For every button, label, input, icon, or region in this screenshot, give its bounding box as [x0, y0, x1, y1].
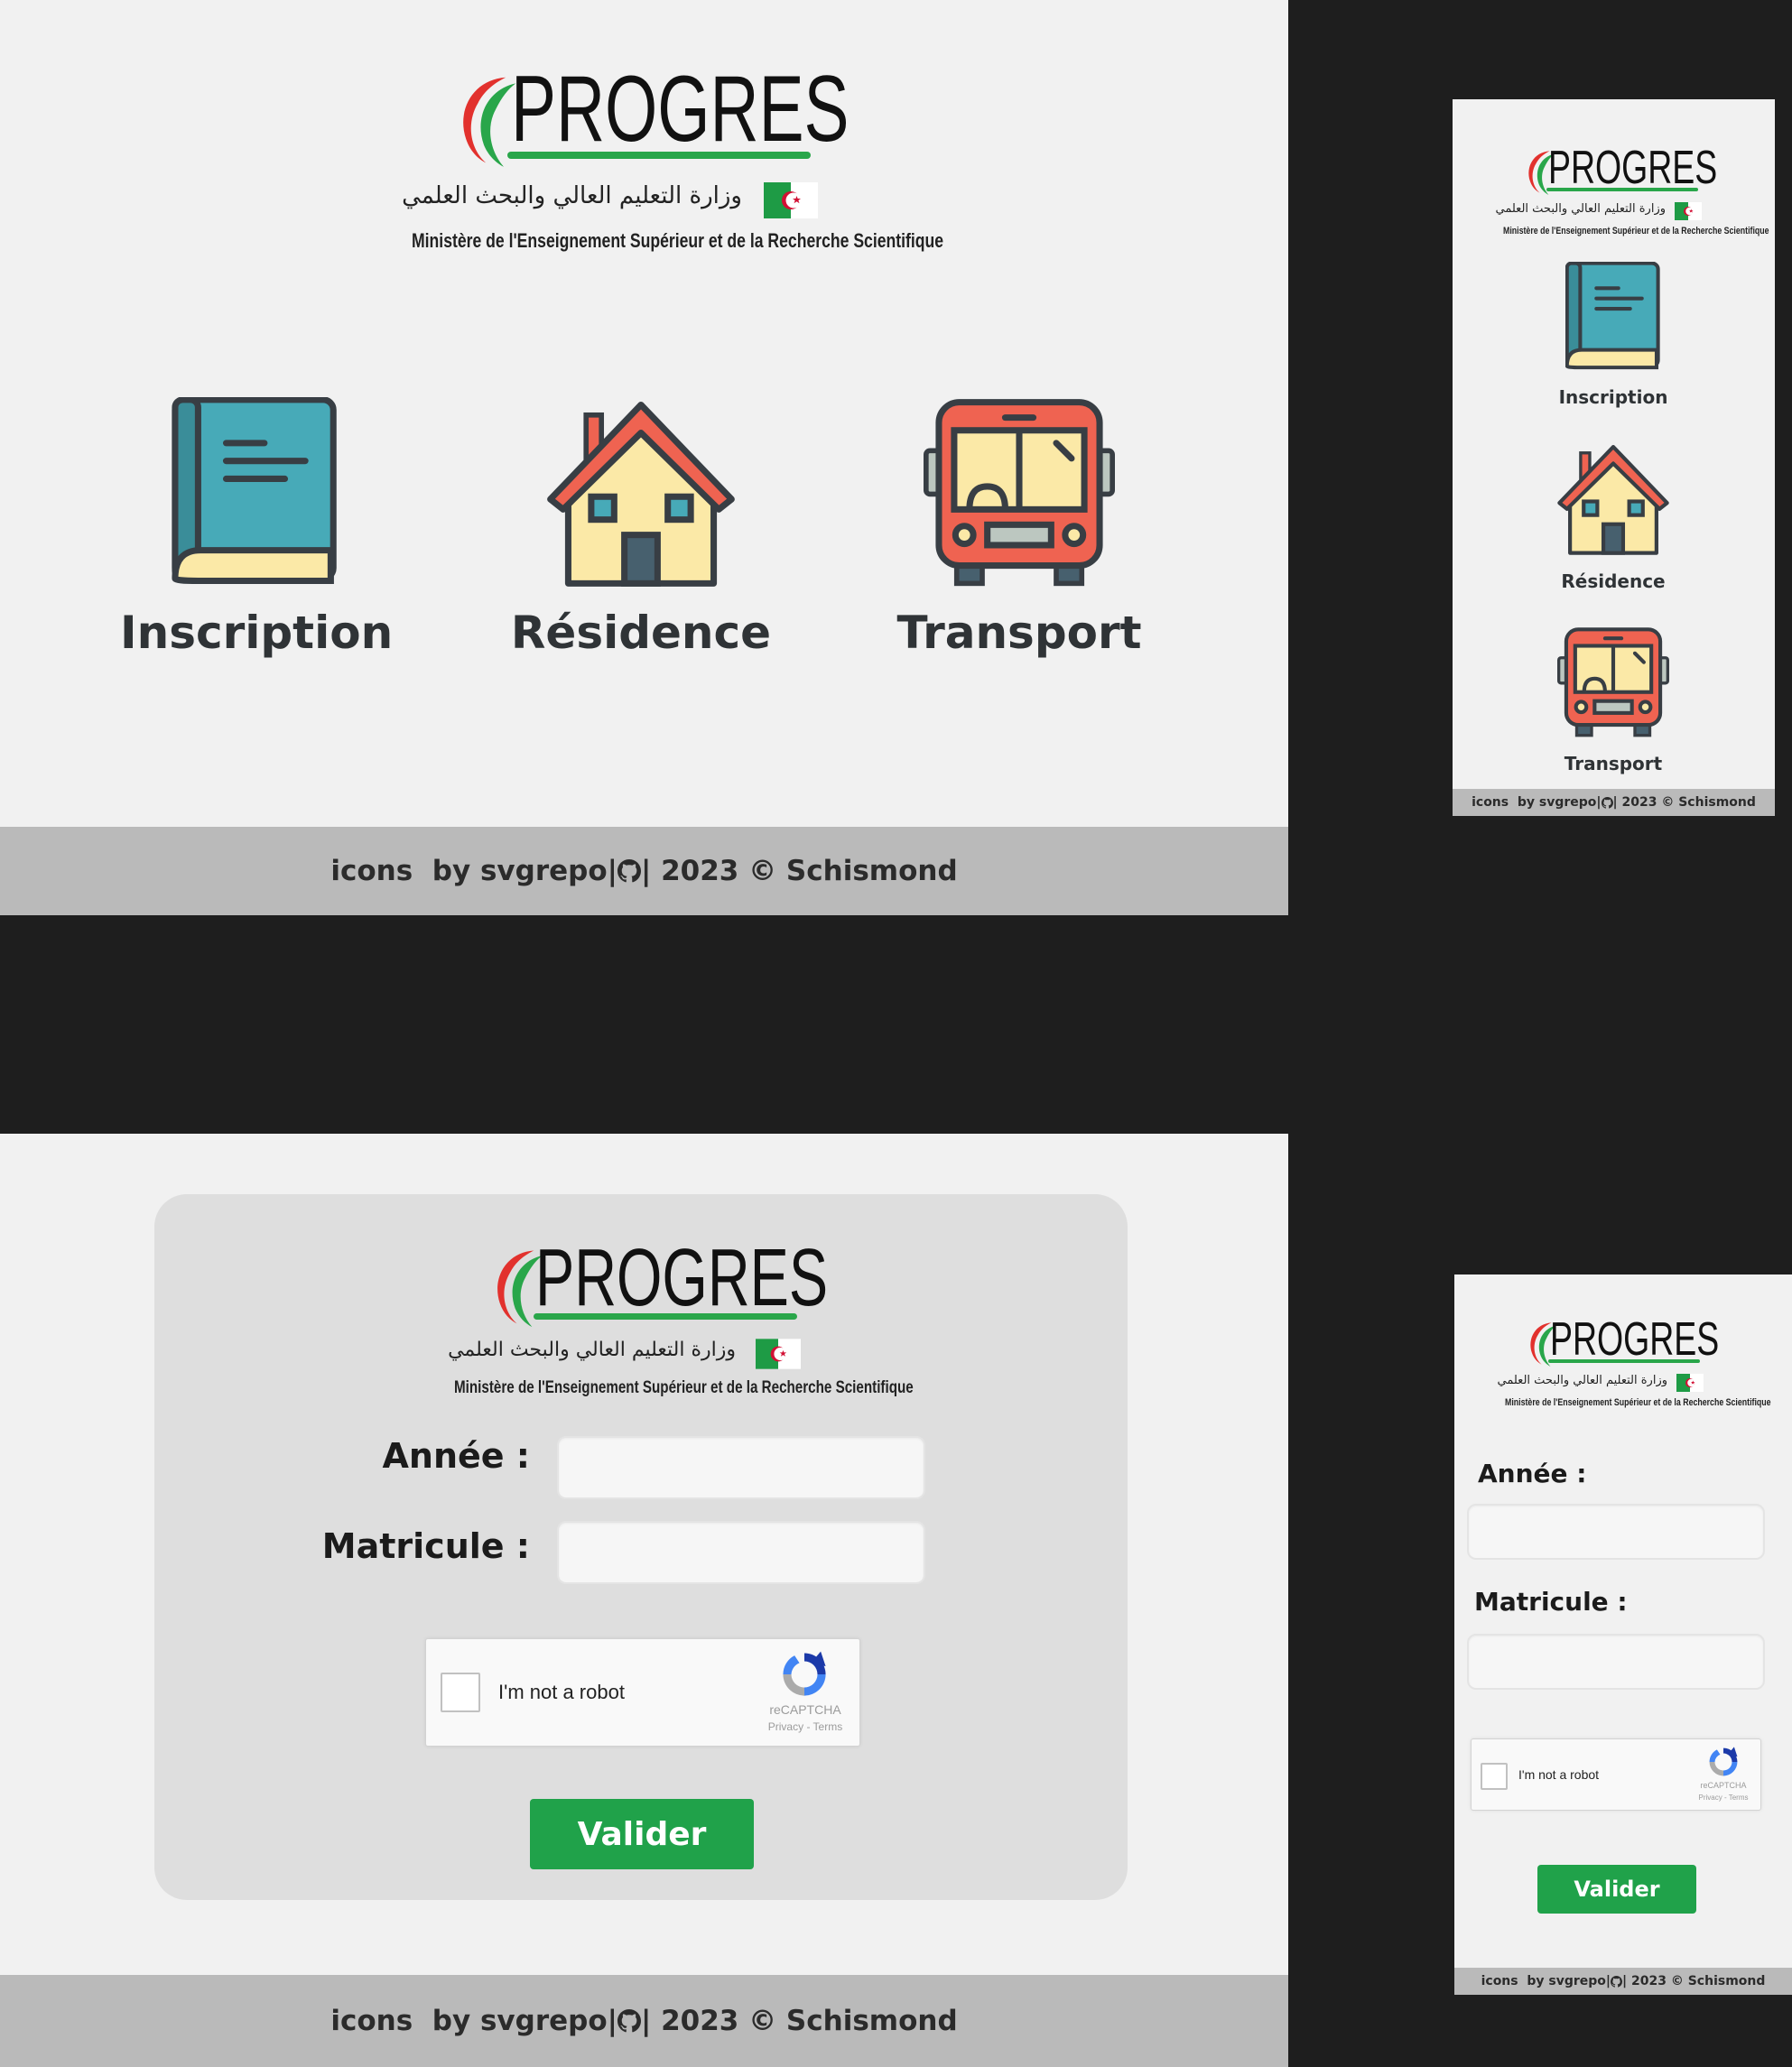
github-icon[interactable]	[1611, 1976, 1622, 1988]
progres-logo: PROGRES وزارة التعليم العالي والبحث العل…	[1497, 1312, 1771, 1412]
menu-item-residence[interactable]: Résidence	[1523, 442, 1704, 592]
matricule-input[interactable]	[557, 1521, 925, 1584]
footer: icons by svgrepo| | 2023 © Schismond	[0, 1975, 1288, 2067]
home-mobile-panel: PROGRES وزارة التعليم العالي والبحث العل…	[1453, 99, 1775, 816]
logo-french-text: Ministère de l'Enseignement Supérieur et…	[1503, 226, 1769, 236]
login-desktop-panel: PROGRES وزارة التعليم العالي والبحث العل…	[0, 1134, 1288, 2067]
book-icon	[1565, 262, 1661, 372]
recaptcha-logo-icon	[778, 1648, 831, 1701]
footer-by-text[interactable]: by svgrepo|	[432, 855, 617, 887]
annee-input[interactable]	[1467, 1504, 1765, 1560]
matricule-label: Matricule :	[321, 1526, 530, 1566]
logo-underline	[1546, 188, 1698, 191]
menu-item-transport[interactable]: Transport	[1523, 626, 1704, 774]
annee-label: Année :	[1478, 1459, 1587, 1488]
algeria-flag-icon	[764, 182, 818, 218]
progres-logo: PROGRES وزارة التعليم العالي والبحث العل…	[1495, 141, 1769, 240]
house-icon	[1556, 442, 1670, 556]
recaptcha-brand: reCAPTCHA	[769, 1702, 841, 1717]
recaptcha-logo-icon	[1706, 1745, 1741, 1779]
footer: icons by svgrepo| | 2023 © Schismond	[1453, 789, 1775, 816]
logo-underline	[507, 152, 811, 159]
bus-icon	[1557, 626, 1669, 738]
login-card: PROGRES وزارة التعليم العالي والبحث العل…	[154, 1194, 1128, 1900]
recaptcha-brand: reCAPTCHA	[1700, 1781, 1747, 1790]
footer-copyright: | 2023 © Schismond	[1612, 795, 1756, 810]
matricule-label: Matricule :	[1474, 1587, 1628, 1617]
footer: icons by svgrepo| | 2023 © Schismond	[1454, 1968, 1792, 1995]
footer-copyright: | 2023 © Schismond	[640, 855, 958, 887]
footer: icons by svgrepo| | 2023 © Schismond	[0, 827, 1288, 915]
footer-icons-text: icons	[330, 2005, 413, 2037]
menu-item-transport[interactable]: Transport	[884, 397, 1155, 659]
menu-item-label: Transport	[896, 607, 1142, 659]
footer-by-text[interactable]: by svgrepo|	[432, 2005, 617, 2037]
algeria-flag-icon	[1676, 1374, 1704, 1392]
github-icon[interactable]	[617, 859, 641, 883]
logo-underline	[1548, 1359, 1700, 1363]
algeria-flag-icon	[1675, 202, 1702, 220]
logo-wordmark: PROGRES	[1550, 1313, 1720, 1366]
github-icon[interactable]	[617, 2009, 641, 2033]
logo-french-text: Ministère de l'Enseignement Supérieur et…	[454, 1378, 914, 1397]
matricule-input[interactable]	[1467, 1634, 1765, 1690]
logo-arabic-text: وزارة التعليم العالي والبحث العلمي	[1497, 1374, 1667, 1387]
submit-button[interactable]: Valider	[530, 1799, 754, 1869]
logo-french-text: Ministère de l'Enseignement Supérieur et…	[1505, 1397, 1771, 1408]
menu-item-inscription[interactable]: Inscription	[120, 397, 394, 659]
logo-wordmark: PROGRES	[1548, 142, 1718, 194]
footer-icons-text: icons	[1472, 795, 1509, 810]
menu-item-label: Inscription	[1558, 386, 1668, 408]
recaptcha-links[interactable]: Privacy - Terms	[760, 1720, 850, 1733]
menu-item-label: Transport	[1564, 753, 1663, 774]
menu-item-label: Résidence	[1561, 570, 1666, 592]
login-mobile-panel: PROGRES وزارة التعليم العالي والبحث العل…	[1454, 1274, 1792, 1995]
annee-input[interactable]	[557, 1436, 925, 1499]
footer-icons-text: icons	[1481, 1974, 1518, 1988]
footer-by-text[interactable]: by svgrepo|	[1527, 1974, 1611, 1988]
footer-copyright: | 2023 © Schismond	[1622, 1974, 1766, 1988]
menu-item-inscription[interactable]: Inscription	[1523, 262, 1704, 408]
recaptcha-text: I'm not a robot	[498, 1681, 625, 1703]
menu-item-label: Inscription	[120, 607, 394, 659]
house-icon	[545, 397, 737, 589]
recaptcha-text: I'm not a robot	[1518, 1767, 1600, 1782]
recaptcha-checkbox[interactable]	[441, 1673, 480, 1712]
github-icon[interactable]	[1602, 797, 1613, 809]
home-desktop-panel: PROGRES وزارة التعليم العالي والبحث العل…	[0, 0, 1288, 915]
menu-item-label: Résidence	[510, 607, 772, 659]
annee-label: Année :	[382, 1436, 531, 1476]
footer-copyright: | 2023 © Schismond	[640, 2005, 958, 2037]
book-icon	[172, 397, 339, 589]
logo-arabic-text: وزارة التعليم العالي والبحث العلمي	[448, 1339, 736, 1361]
footer-by-text[interactable]: by svgrepo|	[1518, 795, 1602, 810]
bus-icon	[924, 397, 1115, 589]
recaptcha-widget: I'm not a robot reCAPTCHA Privacy - Term…	[425, 1638, 860, 1747]
logo-wordmark: PROGRES	[535, 1233, 829, 1323]
logo-arabic-text: وزارة التعليم العالي والبحث العلمي	[402, 182, 742, 209]
footer-icons-text: icons	[330, 855, 413, 887]
logo-underline	[534, 1313, 797, 1320]
logo-wordmark: PROGRES	[511, 57, 850, 162]
recaptcha-widget: I'm not a robot reCAPTCHA Privacy - Term…	[1471, 1738, 1761, 1811]
logo-french-text: Ministère de l'Enseignement Supérieur et…	[412, 229, 944, 252]
submit-button[interactable]: Valider	[1537, 1865, 1696, 1914]
progres-logo: PROGRES وزارة التعليم العالي والبحث العل…	[448, 1232, 914, 1404]
recaptcha-checkbox[interactable]	[1481, 1763, 1508, 1790]
menu-item-residence[interactable]: Résidence	[506, 397, 776, 659]
progres-logo: PROGRES وزارة التعليم العالي والبحث العل…	[402, 56, 943, 255]
recaptcha-links[interactable]: Privacy - Terms	[1694, 1794, 1753, 1802]
algeria-flag-icon	[756, 1339, 801, 1369]
logo-arabic-text: وزارة التعليم العالي والبحث العلمي	[1495, 202, 1666, 216]
